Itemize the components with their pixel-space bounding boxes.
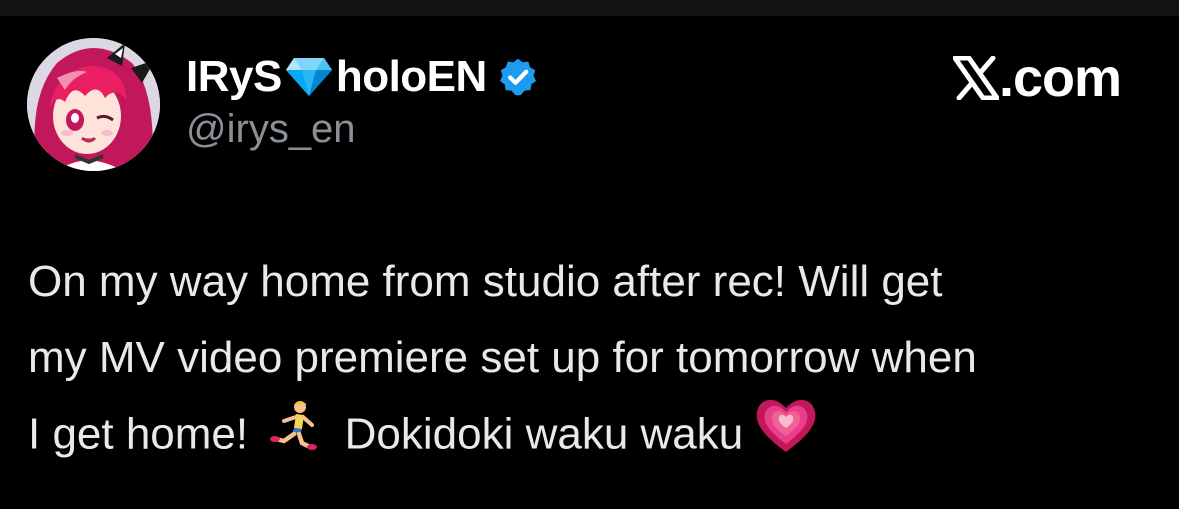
x-logo-icon bbox=[952, 56, 999, 100]
tweet-line-3: I get home! Dokidoki waku waku bbox=[28, 396, 1158, 478]
user-handle[interactable]: @irys_en bbox=[186, 107, 356, 152]
verified-badge-icon[interactable] bbox=[497, 56, 539, 98]
growing-heart-emoji bbox=[755, 396, 817, 478]
tweet-card: IRyS holoEN @irys_en .com On my way home… bbox=[0, 0, 1179, 509]
display-name-part2: holoEN bbox=[335, 52, 487, 101]
x-brand-link[interactable]: .com bbox=[952, 48, 1122, 108]
tweet-line-3-part2: Dokidoki waku waku bbox=[344, 409, 744, 459]
tweet-line-3-part1: I get home! bbox=[28, 409, 249, 459]
display-name[interactable]: IRyS holoEN bbox=[186, 52, 539, 102]
display-name-part1: IRyS bbox=[186, 52, 282, 101]
top-bar bbox=[0, 0, 1179, 16]
brand-label: .com bbox=[998, 48, 1122, 108]
tweet-text: On my way home from studio after rec! Wi… bbox=[28, 244, 1158, 478]
tweet-line-2: my MV video premiere set up for tomorrow… bbox=[28, 333, 977, 382]
avatar[interactable] bbox=[27, 38, 160, 171]
gem-icon bbox=[284, 56, 334, 98]
tweet-line-1: On my way home from studio after rec! Wi… bbox=[28, 257, 943, 306]
running-woman-emoji bbox=[270, 399, 318, 475]
